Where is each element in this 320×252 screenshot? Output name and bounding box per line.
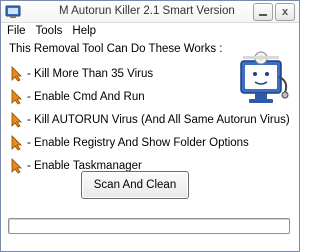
feature-label: - Kill More Than 35 Virus	[27, 68, 154, 80]
feature-item: - Kill More Than 35 Virus	[9, 66, 153, 82]
main-panel: This Removal Tool Can Do These Works : -…	[1, 39, 299, 251]
window-title: M Autorun Killer 2.1 Smart Version	[59, 5, 235, 17]
feature-item: - Enable Cmd And Run	[9, 89, 145, 105]
minimize-icon	[259, 14, 267, 16]
arrow-cursor-icon	[11, 135, 22, 151]
menu-tools[interactable]: Tools	[36, 25, 63, 37]
feature-item: - Enable Registry And Show Folder Option…	[9, 135, 249, 151]
app-icon	[5, 5, 21, 18]
feature-label: - Enable Cmd And Run	[27, 91, 145, 103]
menu-bar: File Tools Help	[1, 23, 299, 39]
menu-help[interactable]: Help	[72, 25, 96, 37]
doctor-computer-icon	[240, 51, 289, 103]
minimize-button[interactable]	[253, 3, 273, 21]
menu-file[interactable]: File	[7, 25, 26, 37]
arrow-cursor-icon	[11, 158, 22, 174]
close-button[interactable]: x	[275, 3, 295, 21]
features-heading: This Removal Tool Can Do These Works :	[9, 43, 223, 55]
app-window: M Autorun Killer 2.1 Smart Version x Fil…	[0, 0, 300, 252]
title-bar[interactable]: M Autorun Killer 2.1 Smart Version x	[1, 1, 299, 23]
feature-label: - Enable Registry And Show Folder Option…	[27, 137, 249, 149]
arrow-cursor-icon	[11, 89, 22, 105]
close-icon: x	[281, 6, 289, 18]
scan-and-clean-button[interactable]: Scan And Clean	[81, 171, 189, 199]
scan-progress-bar	[8, 218, 290, 234]
arrow-cursor-icon	[11, 112, 22, 128]
feature-label: - Kill AUTORUN Virus (And All Same Autor…	[27, 114, 290, 126]
feature-item: - Kill AUTORUN Virus (And All Same Autor…	[9, 112, 290, 128]
arrow-cursor-icon	[11, 66, 22, 82]
